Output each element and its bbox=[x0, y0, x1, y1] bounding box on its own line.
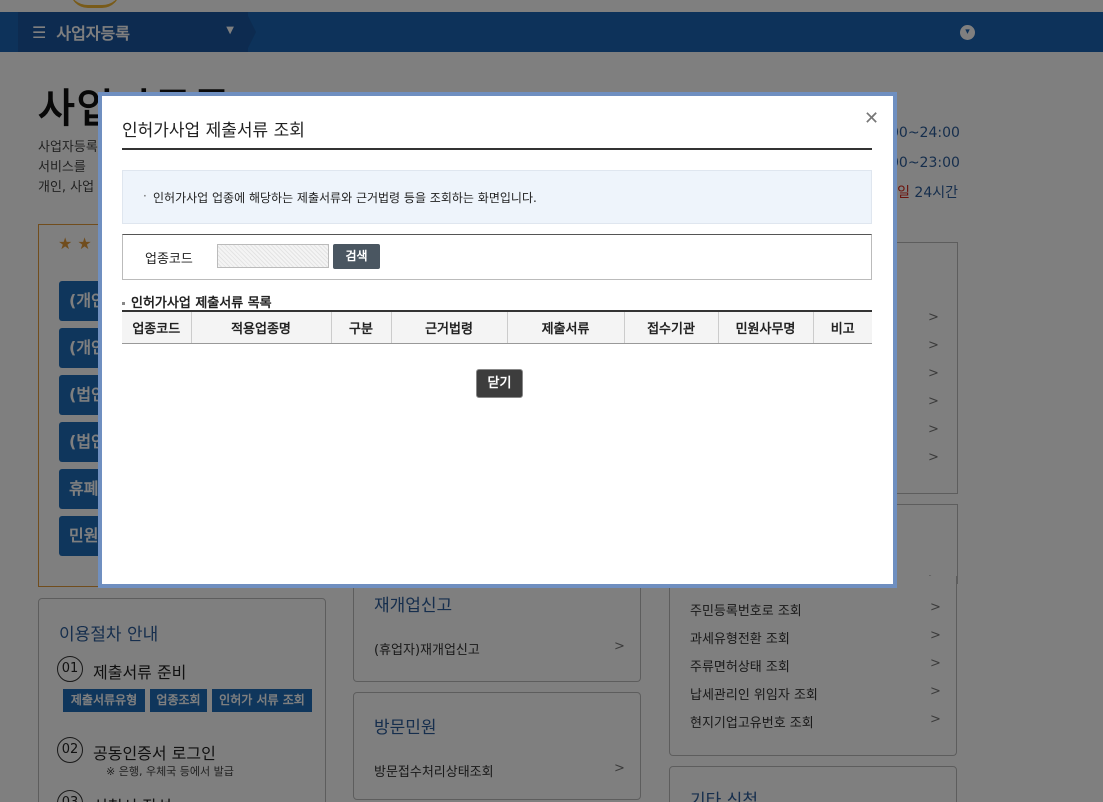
column-header[interactable]: 접수기관 bbox=[624, 310, 719, 344]
list-title: 인허가사업 제출서류 목록 bbox=[122, 292, 272, 311]
info-text: 인허가사업 업종에 해당하는 제출서류와 근거법령 등을 조회하는 화면입니다. bbox=[153, 191, 537, 205]
column-header[interactable]: 근거법령 bbox=[391, 310, 508, 344]
docs-table: 업종코드 적용업종명 구분 근거법령 제출서류 접수기관 민원사무명 비고 bbox=[122, 310, 872, 344]
search-area: 업종코드 검색 bbox=[122, 234, 872, 280]
list-title-text: 인허가사업 제출서류 목록 bbox=[131, 296, 272, 311]
bullet-icon bbox=[122, 302, 125, 305]
bullet-icon: · bbox=[143, 189, 147, 203]
modal-title: 인허가사업 제출서류 조회 bbox=[122, 121, 305, 141]
search-label: 업종코드 bbox=[145, 252, 193, 267]
info-box: · 인허가사업 업종에 해당하는 제출서류와 근거법령 등을 조회하는 화면입니… bbox=[122, 170, 872, 224]
column-header[interactable]: 비고 bbox=[813, 310, 872, 344]
permit-docs-modal: 인허가사업 제출서류 조회 ✕ · 인허가사업 업종에 해당하는 제출서류와 근… bbox=[98, 92, 897, 588]
industry-code-input[interactable] bbox=[217, 244, 329, 268]
close-x-icon[interactable]: ✕ bbox=[864, 110, 879, 128]
search-button[interactable]: 검색 bbox=[333, 244, 380, 269]
column-header[interactable]: 업종코드 bbox=[122, 310, 192, 344]
column-header[interactable]: 민원사무명 bbox=[718, 310, 814, 344]
column-header[interactable]: 제출서류 bbox=[507, 310, 625, 344]
table-header-row: 업종코드 적용업종명 구분 근거법령 제출서류 접수기관 민원사무명 비고 bbox=[122, 310, 872, 344]
column-header[interactable]: 구분 bbox=[331, 310, 392, 344]
close-button[interactable]: 닫기 bbox=[476, 369, 523, 398]
title-divider bbox=[122, 148, 872, 150]
column-header[interactable]: 적용업종명 bbox=[191, 310, 332, 344]
